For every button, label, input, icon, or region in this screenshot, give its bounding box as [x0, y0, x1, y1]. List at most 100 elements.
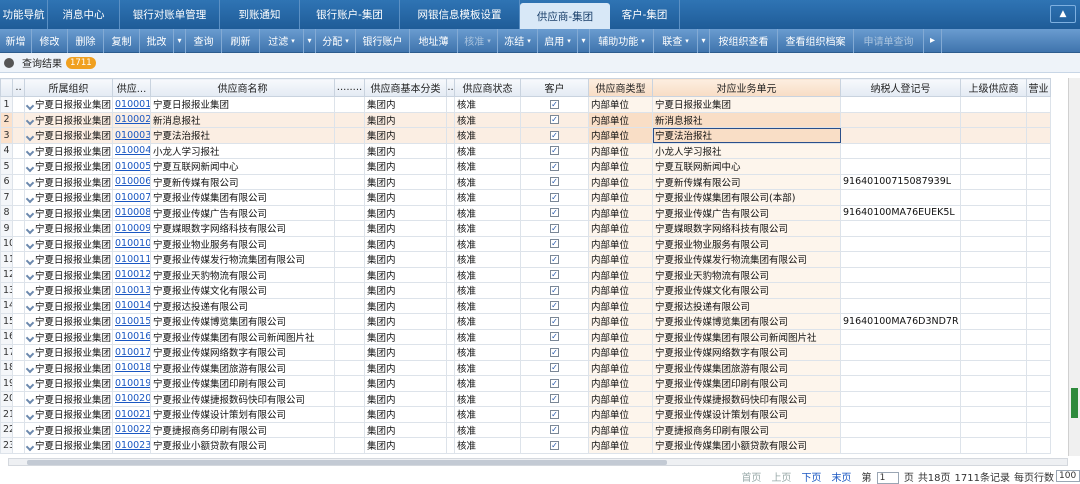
first-page-link[interactable]: 首页	[741, 469, 761, 484]
checkbox-checked-icon[interactable]: ✓	[550, 130, 559, 140]
table-row[interactable]: 16宁夏日报报业集团010016宁夏报业传媒集团有限公司新闻图片社集团内核准✓内…	[0, 328, 1051, 345]
supplier-code-link[interactable]: 010016	[112, 328, 151, 345]
supplier-code-link[interactable]: 010012	[112, 266, 151, 283]
supplier-code-link[interactable]: 010009	[112, 220, 151, 237]
supplier-code-link[interactable]: 010002	[112, 111, 151, 128]
checkbox-checked-icon[interactable]: ✓	[550, 208, 559, 218]
horizontal-scrollbar[interactable]	[8, 458, 1068, 466]
customer-checkbox[interactable]: ✓	[520, 204, 589, 221]
column-header[interactable]: ..	[12, 78, 25, 97]
toolbar-dropdown-icon[interactable]: ▾	[174, 28, 186, 53]
toolbar-button-2[interactable]: 修改	[32, 28, 68, 53]
supplier-code-link[interactable]: 010014	[112, 297, 151, 314]
toolbar-button-1[interactable]: 新增	[0, 28, 32, 53]
toolbar-button-22[interactable]: 查看组织档案	[778, 28, 854, 53]
tab-4[interactable]: 到账通知	[220, 0, 300, 29]
checkbox-checked-icon[interactable]: ✓	[550, 440, 559, 450]
table-row[interactable]: 4 宁夏日报报业集团 010004 小龙人学习报社 集团内 核准 ✓ 内部单位 小龙人学习报社	[0, 142, 1051, 159]
column-header[interactable]: 供应商类型	[588, 78, 653, 97]
toolbar-button-4[interactable]: 复制	[104, 28, 140, 53]
supplier-code-link[interactable]: 010008	[112, 204, 151, 221]
supplier-code-link[interactable]: 010004	[112, 142, 151, 159]
supplier-code-link[interactable]: 010010	[112, 235, 151, 252]
column-header[interactable]: ..	[446, 78, 455, 97]
customer-checkbox[interactable]: ✓	[520, 359, 589, 376]
vertical-scrollbar[interactable]	[1068, 78, 1080, 456]
column-header[interactable]: 营业	[1026, 78, 1051, 97]
toolbar-button-14[interactable]: 核准 ▾	[458, 28, 498, 53]
table-row[interactable]: 22宁夏日报报业集团010022宁夏捷报商务印刷有限公司集团内核准✓内部单位宁夏…	[0, 421, 1051, 438]
table-row[interactable]: 14宁夏日报报业集团010014宁夏报达投递有限公司集团内核准✓内部单位宁夏报达…	[0, 297, 1051, 314]
customer-checkbox[interactable]: ✓	[520, 158, 589, 175]
supplier-code-link[interactable]: 010018	[112, 359, 151, 376]
collapse-up-icon[interactable]: ▲	[1050, 5, 1076, 23]
page-number-input[interactable]: 1	[876, 471, 899, 484]
table-row[interactable]: 20宁夏日报报业集团010020宁夏报业传媒捷报数码快印有限公司集团内核准✓内部…	[0, 390, 1051, 407]
customer-checkbox[interactable]: ✓	[520, 313, 589, 330]
table-row[interactable]: 17宁夏日报报业集团010017宁夏报业传媒网络数字有限公司集团内核准✓内部单位…	[0, 344, 1051, 361]
checkbox-checked-icon[interactable]: ✓	[550, 301, 559, 311]
checkbox-checked-icon[interactable]: ✓	[550, 146, 559, 156]
toolbar-dropdown-icon[interactable]: ▾	[578, 28, 590, 53]
table-row[interactable]: 18宁夏日报报业集团010018宁夏报业传媒集团旅游有限公司集团内核准✓内部单位…	[0, 359, 1051, 376]
customer-checkbox[interactable]: ✓	[520, 344, 589, 361]
tab-3[interactable]: 银行对账单管理	[120, 0, 220, 29]
table-row[interactable]: 19宁夏日报报业集团010019宁夏报业传媒集团印刷有限公司集团内核准✓内部单位…	[0, 375, 1051, 392]
per-page-input[interactable]: 100	[1056, 470, 1080, 482]
prev-page-link[interactable]: 上页	[771, 469, 791, 484]
column-header[interactable]: 供应商状态	[454, 78, 521, 97]
column-header[interactable]: ........	[334, 78, 365, 97]
toolbar-button-9[interactable]: 过滤 ▾	[260, 28, 304, 53]
supplier-code-link[interactable]: 010013	[112, 282, 151, 299]
checkbox-checked-icon[interactable]: ✓	[550, 363, 559, 373]
checkbox-checked-icon[interactable]: ✓	[550, 254, 559, 264]
column-header[interactable]: 上级供应商	[960, 78, 1027, 97]
tab-7[interactable]: 供应商-集团	[520, 3, 610, 29]
table-row[interactable]: 1 宁夏日报报业集团 010001 宁夏日报报业集团 集团内 核准 ✓ 内部单位 宁夏日报报业集…	[0, 96, 1051, 113]
supplier-code-link[interactable]: 010021	[112, 406, 151, 423]
customer-checkbox[interactable]: ✓	[520, 375, 589, 392]
customer-checkbox[interactable]: ✓	[520, 390, 589, 407]
supplier-code-link[interactable]: 010003	[112, 127, 151, 144]
customer-checkbox[interactable]: ✓	[520, 127, 589, 144]
supplier-code-link[interactable]: 010005	[112, 158, 151, 175]
supplier-code-link[interactable]: 010001	[112, 96, 151, 113]
checkbox-checked-icon[interactable]: ✓	[550, 161, 559, 171]
supplier-code-link[interactable]: 010015	[112, 313, 151, 330]
checkbox-checked-icon[interactable]: ✓	[550, 115, 559, 125]
table-row[interactable]: 7 宁夏日报报业集团 010007 宁夏报业传媒集团有限公司 集团内 核准 ✓ 内部单位 宁夏报…	[0, 189, 1051, 206]
toolbar-button-8[interactable]: 刷新	[222, 28, 260, 53]
table-row[interactable]: 11宁夏日报报业集团010011宁夏报业传媒发行物流集团有限公司集团内核准✓内部…	[0, 251, 1051, 268]
toolbar-button-11[interactable]: 分配 ▾	[316, 28, 356, 53]
checkbox-checked-icon[interactable]: ✓	[550, 177, 559, 187]
last-page-link[interactable]: 末页	[831, 469, 851, 484]
table-row[interactable]: 3 宁夏日报报业集团 010003 宁夏法治报社 集团内 核准 ✓ 内部单位 宁夏法治报社	[0, 127, 1051, 144]
toolbar-button-24[interactable]: ▸	[924, 28, 942, 53]
column-header[interactable]: 客户	[520, 78, 589, 97]
column-header[interactable]: 供应商基本分类	[364, 78, 447, 97]
customer-checkbox[interactable]: ✓	[520, 266, 589, 283]
customer-checkbox[interactable]: ✓	[520, 173, 589, 190]
checkbox-checked-icon[interactable]: ✓	[550, 99, 559, 109]
checkbox-checked-icon[interactable]: ✓	[550, 347, 559, 357]
toolbar-button-19[interactable]: 联查 ▾	[654, 28, 698, 53]
checkbox-checked-icon[interactable]: ✓	[550, 192, 559, 202]
checkbox-checked-icon[interactable]: ✓	[550, 378, 559, 388]
next-page-link[interactable]: 下页	[801, 469, 821, 484]
column-header[interactable]: 供应商名称	[150, 78, 335, 97]
toolbar-button-5[interactable]: 批改	[140, 28, 174, 53]
checkbox-checked-icon[interactable]: ✓	[550, 316, 559, 326]
checkbox-checked-icon[interactable]: ✓	[550, 223, 559, 233]
table-row[interactable]: 10宁夏日报报业集团010010宁夏报业物业服务有限公司集团内核准✓内部单位宁夏…	[0, 235, 1051, 252]
customer-checkbox[interactable]: ✓	[520, 282, 589, 299]
tab-2[interactable]: 消息中心	[48, 0, 120, 29]
toolbar-button-15[interactable]: 冻结 ▾	[498, 28, 538, 53]
column-header[interactable]	[0, 78, 13, 97]
column-header[interactable]: 纳税人登记号	[840, 78, 961, 97]
table-row[interactable]: 15宁夏日报报业集团010015宁夏报业传媒博览集团有限公司集团内核准✓内部单位…	[0, 313, 1051, 330]
toolbar-button-23[interactable]: 申请单查询	[854, 28, 924, 53]
toolbar-button-18[interactable]: 辅助功能 ▾	[590, 28, 654, 53]
supplier-code-link[interactable]: 010007	[112, 189, 151, 206]
supplier-code-link[interactable]: 010017	[112, 344, 151, 361]
scroll-thumb[interactable]	[1071, 388, 1078, 418]
